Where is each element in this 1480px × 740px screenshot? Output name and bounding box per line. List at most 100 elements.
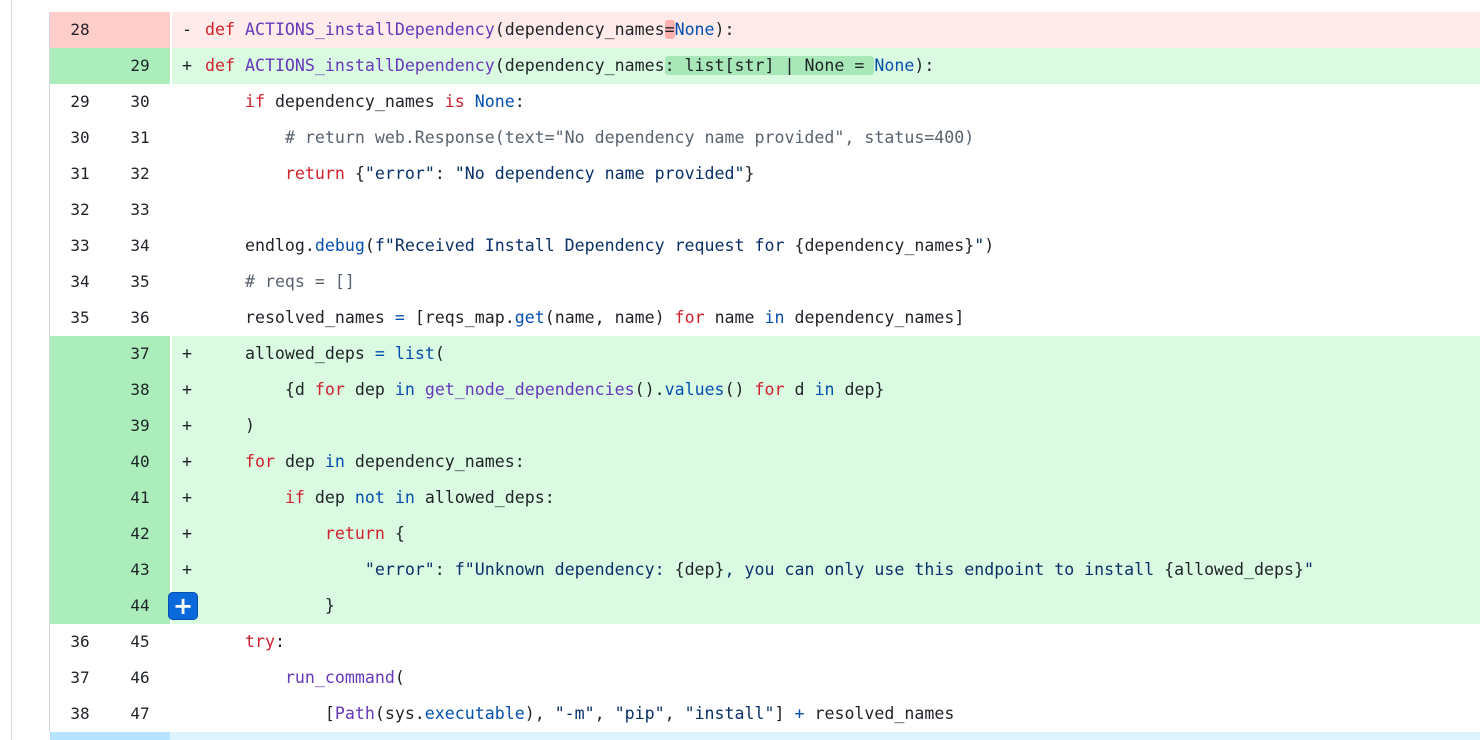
diff-line-addition[interactable]: 37 + allowed_deps = list( [50, 336, 1480, 372]
diff-line-context[interactable]: 36 45 try: [50, 624, 1480, 660]
old-line-number[interactable]: 32 [50, 192, 110, 228]
code-token: " [974, 236, 985, 255]
code-token: {allowed_deps} [1164, 560, 1304, 579]
old-line-number[interactable] [50, 444, 110, 480]
old-line-number[interactable]: 29 [50, 84, 110, 120]
new-line-number[interactable]: 47 [110, 696, 170, 732]
old-line-number[interactable] [50, 372, 110, 408]
new-line-number[interactable]: 32 [110, 156, 170, 192]
new-line-number[interactable] [110, 12, 170, 48]
old-line-number[interactable]: 36 [50, 624, 110, 660]
code-token: [reqs_map. [404, 308, 515, 327]
new-line-number[interactable]: 33 [110, 192, 170, 228]
old-line-number[interactable]: 35 [50, 300, 110, 336]
code-token: None [674, 20, 715, 39]
code-token: ( [434, 344, 445, 363]
code-token: "error" [364, 164, 435, 183]
diff-marker [172, 228, 202, 264]
code-token: } [205, 596, 335, 615]
code-token: allowed_deps: [414, 488, 555, 507]
diff-line-context[interactable]: 30 31 # return web.Response(text="No depe… [50, 120, 1480, 156]
new-line-number[interactable]: 40 [110, 444, 170, 480]
diff-line-context[interactable]: 34 35 # reqs = [] [50, 264, 1480, 300]
code-token: () [724, 380, 755, 399]
old-line-number[interactable]: 33 [50, 228, 110, 264]
new-line-number[interactable]: 36 [110, 300, 170, 336]
old-line-number[interactable] [50, 516, 110, 552]
diff-line-addition[interactable]: 43 + "error": f"Unknown dependency: {dep}… [50, 552, 1480, 588]
new-line-number[interactable]: 37 [110, 336, 170, 372]
diff-marker: - [172, 12, 202, 48]
new-line-number[interactable]: 31 [110, 120, 170, 156]
code-token: } [744, 164, 755, 183]
expand-hunk-gutter[interactable] [50, 732, 170, 740]
new-line-number[interactable]: 43 [110, 552, 170, 588]
diff-line-addition[interactable]: 38 + {d for dep in get_node_dependencies(… [50, 372, 1480, 408]
diff-line-deletion[interactable]: 28 - def ACTIONS_installDependency(depende… [50, 12, 1480, 48]
diff-line-addition[interactable]: 39 + ) [50, 408, 1480, 444]
code-token: in [814, 380, 835, 399]
code-token: dependency_names] [784, 308, 965, 327]
old-line-number[interactable]: 30 [50, 120, 110, 156]
new-line-number[interactable]: 42 [110, 516, 170, 552]
code-token: (dependency_names [494, 56, 665, 75]
new-line-number[interactable]: 30 [110, 84, 170, 120]
old-line-number[interactable]: 34 [50, 264, 110, 300]
diff-marker: + [172, 408, 202, 444]
old-line-number[interactable]: 31 [50, 156, 110, 192]
diff-line-addition[interactable]: 42 + return { [50, 516, 1480, 552]
diff-line-addition[interactable]: 41 + if dep not in allowed_deps: [50, 480, 1480, 516]
old-line-number[interactable]: 38 [50, 696, 110, 732]
new-line-number[interactable]: 46 [110, 660, 170, 696]
old-line-number[interactable] [50, 408, 110, 444]
code-token: for [314, 380, 345, 399]
new-line-number[interactable]: 41 [110, 480, 170, 516]
new-line-number[interactable]: 39 [110, 408, 170, 444]
code-line: def ACTIONS_installDependency(dependency… [202, 12, 1480, 48]
expand-hunk-strip[interactable] [50, 732, 1480, 740]
new-line-number[interactable]: 29 [110, 48, 170, 84]
diff-line-context[interactable]: 32 33 [50, 192, 1480, 228]
left-gutter [0, 0, 50, 740]
diff-line-addition[interactable]: 29 + def ACTIONS_installDependency(depende… [50, 48, 1480, 84]
diff-marker [172, 84, 202, 120]
new-line-number[interactable]: 45 [110, 624, 170, 660]
add-comment-button[interactable]: + [168, 592, 198, 620]
code-line: for dep in dependency_names: [202, 444, 1480, 480]
new-line-number[interactable]: 44 [110, 588, 170, 624]
diff-marker: + [172, 552, 202, 588]
diff-line-context[interactable]: 38 47 [Path(sys.executable), "-m", "pip",… [50, 696, 1480, 732]
plus-icon: + [172, 592, 194, 620]
diff-line-addition[interactable]: 44 } + [50, 588, 1480, 624]
code-line: return { [202, 516, 1480, 552]
diff-line-context[interactable]: 33 34 endlog.debug(f"Received Install Dep… [50, 228, 1480, 264]
diff-line-context[interactable]: 29 30 if dependency_names is None: [50, 84, 1480, 120]
diff-marker: + [172, 336, 202, 372]
code-token: in [394, 380, 415, 399]
code-token: for [754, 380, 785, 399]
old-line-number[interactable]: 37 [50, 660, 110, 696]
code-token: ): [914, 56, 935, 75]
new-line-number[interactable]: 38 [110, 372, 170, 408]
old-line-number[interactable]: 28 [50, 12, 110, 48]
old-line-number[interactable] [50, 336, 110, 372]
old-line-number[interactable] [50, 588, 110, 624]
code-token: , you can only use this endpoint to inst… [724, 560, 1165, 579]
new-line-number[interactable]: 35 [110, 264, 170, 300]
diff-line-addition[interactable]: 40 + for dep in dependency_names: [50, 444, 1480, 480]
diff-line-context[interactable]: 31 32 return {"error": "No dependency nam… [50, 156, 1480, 192]
diff-line-context[interactable]: 37 46 run_command( [50, 660, 1480, 696]
old-line-number[interactable] [50, 48, 110, 84]
diff-marker [172, 120, 202, 156]
old-line-number[interactable] [50, 480, 110, 516]
code-token: ( [364, 236, 375, 255]
diff-line-context[interactable]: 35 36 resolved_names = [reqs_map.get(name… [50, 300, 1480, 336]
old-line-number[interactable] [50, 552, 110, 588]
new-line-number[interactable]: 34 [110, 228, 170, 264]
code-token: dep [274, 452, 325, 471]
code-line [202, 192, 1480, 228]
